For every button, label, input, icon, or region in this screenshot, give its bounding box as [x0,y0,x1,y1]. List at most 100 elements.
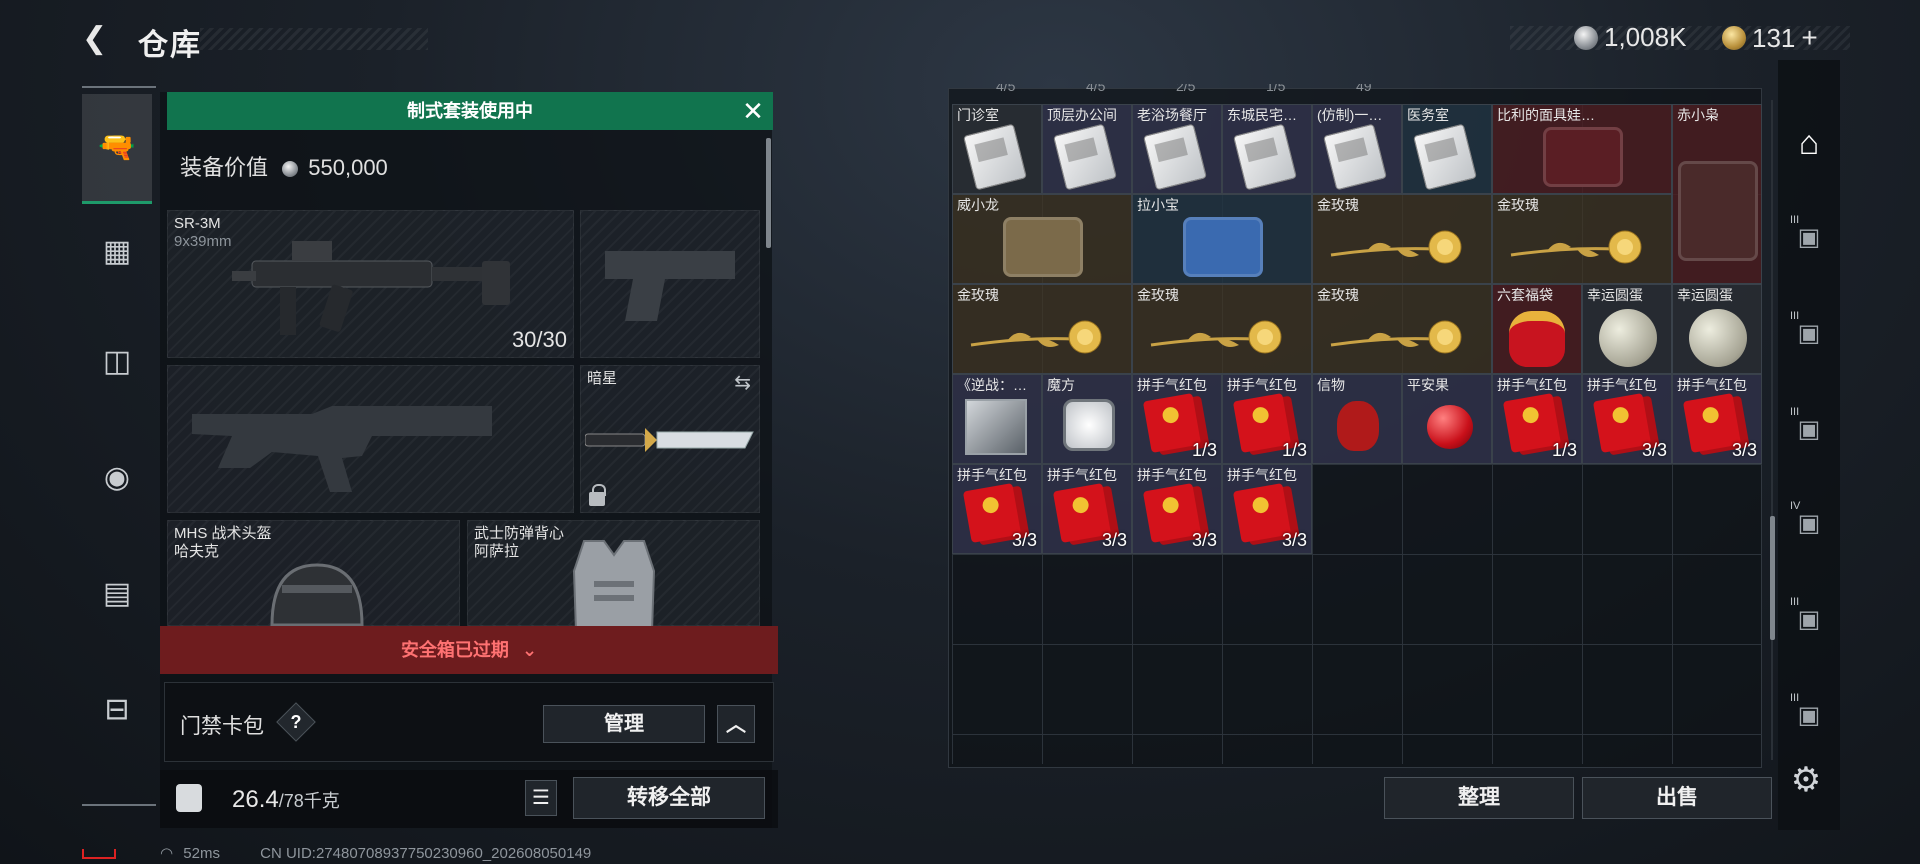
stash-item[interactable]: 拼手气红包 1/3 [1132,374,1222,464]
figurine-icon [1543,127,1623,187]
stash-item[interactable]: 金玫瑰 [1132,284,1312,374]
gold-rose-icon [1507,229,1647,264]
stash-item[interactable]: 威小龙 [952,194,1132,284]
vest-slot[interactable]: 武士防弹背心 阿萨拉 [467,520,760,631]
stash-item[interactable]: 门诊室 [952,104,1042,194]
nav-toolbox[interactable]: ⊟ [82,654,152,764]
stash-item-count: 1/3 [1191,440,1217,460]
nav-backpack[interactable]: ◫ [82,306,152,416]
tab-case-6[interactable]: III ▣ [1784,690,1834,740]
pistol-icon: 🔫 [98,131,136,164]
stash-item-name: 拼手气红包 [1677,377,1747,393]
helmet-slot[interactable]: MHS 战术头盔 哈夫克 [167,520,460,627]
collapse-button[interactable]: ︿ [717,705,755,743]
tab-stash[interactable]: ⌂ [1784,118,1834,168]
tab-case-1[interactable]: III ▣ [1784,212,1834,262]
stash-item[interactable]: 魔方 [1042,374,1132,464]
close-icon[interactable]: ✕ [736,94,770,128]
rifle-silhouette-icon [192,406,492,492]
stash-item[interactable]: 幸运圆蛋 [1582,284,1672,374]
stash-icon: ⌂ [1798,123,1820,162]
pistol-slot[interactable] [580,210,760,358]
gold-coin-icon [1722,26,1746,50]
stash-item[interactable]: 六套福袋 [1492,284,1582,374]
nav-armor[interactable]: ▦ [82,196,152,306]
vest-sub: 阿萨拉 [474,543,520,560]
stash-item[interactable]: 拼手气红包 3/3 [952,464,1042,554]
gear-icon[interactable]: ⚙ [1786,760,1826,800]
stash-item-count: 3/3 [1011,530,1037,550]
stash-item[interactable]: 拼手气红包 3/3 [1672,374,1762,464]
loadout-scrollbar[interactable] [766,138,771,248]
stash-item[interactable]: 金玫瑰 [1312,284,1492,374]
stash-item-count: 3/3 [1731,440,1757,460]
stash-item[interactable]: 比利的面具娃… [1492,104,1672,194]
stash-item[interactable]: 金玫瑰 [1312,194,1492,284]
helmet-name: MHS 战术头盔 [174,525,272,542]
stash-item-name: 拼手气红包 [1497,377,1567,393]
stash-peek-row: 4/5 4/5 2/5 1/5 49 [952,84,1762,102]
stash-item[interactable]: 东城民宅… [1222,104,1312,194]
stash-item-name: 拼手气红包 [957,467,1027,483]
stash-item[interactable]: 幸运圆蛋 [1672,284,1762,374]
rifle-icon [232,241,510,335]
storage-case-icon: ▣ [1797,415,1821,443]
silver-coin-icon [282,161,299,178]
gold-currency[interactable]: 131 + [1722,22,1818,54]
stash-item[interactable]: 医务室 [1402,104,1492,194]
stash-item[interactable]: 拼手气红包 3/3 [1042,464,1132,554]
card-pack-label: 门禁卡包 [180,715,264,738]
gold-rose-icon [1327,229,1467,264]
gold-currency-value: 131 [1752,22,1796,53]
safe-box-expired-bar[interactable]: 安全箱已过期 ⌄ [160,626,778,674]
peek-count: 4/5 [1086,84,1106,94]
list-button[interactable]: ☰ [525,780,557,816]
stash-item[interactable]: 顶层办公间 [1042,104,1132,194]
stash-item[interactable]: 《逆战：… [952,374,1042,464]
back-button[interactable]: ❮ [82,22,118,56]
stash-item[interactable]: 拼手气红包 1/3 [1492,374,1582,464]
stash-item[interactable]: 信物 [1312,374,1402,464]
tab-case-5[interactable]: III ▣ [1784,594,1834,644]
nav-helmet-bag[interactable]: ◉ [82,422,152,532]
nav-weapons[interactable]: 🔫 [82,94,152,204]
stash-item-name: 平安果 [1407,377,1449,393]
figurine-icon [1678,161,1758,261]
manage-button[interactable]: 管理 [543,705,705,743]
swap-icon[interactable]: ⇆ [734,370,751,395]
stash-item[interactable]: 赤小枭 [1672,104,1762,284]
stash-item[interactable]: 拼手气红包 3/3 [1582,374,1672,464]
storage-case-icon: ▣ [1797,509,1821,537]
transfer-all-button[interactable]: 转移全部 [573,777,765,819]
stash-item[interactable]: 老浴场餐厅 [1132,104,1222,194]
armor-vest-icon: ▦ [102,234,132,268]
stash-item[interactable]: 金玫瑰 [952,284,1132,374]
sell-button[interactable]: 出售 [1582,777,1772,819]
stash-item-name: 金玫瑰 [1137,287,1179,303]
stash-item[interactable]: 拼手气红包 3/3 [1132,464,1222,554]
tab-case-4[interactable]: IV ▣ [1784,498,1834,548]
stash-item-count: 1/3 [1281,440,1307,460]
add-currency-icon[interactable]: + [1801,22,1817,54]
stash-item-count: 3/3 [1641,440,1667,460]
stash-item-name: 幸运圆蛋 [1587,287,1643,303]
tab-case-3[interactable]: III ▣ [1784,404,1834,454]
melee-slot[interactable]: 暗星 ⇆ [580,365,760,513]
stash-scroll-track [1771,100,1773,760]
stash-item[interactable]: 平安果 [1402,374,1492,464]
nav-clipboard[interactable]: ▤ [82,538,152,648]
stash-item[interactable]: 拼手气红包 3/3 [1222,464,1312,554]
secondary-weapon-slot[interactable] [167,365,574,513]
organize-button[interactable]: 整理 [1384,777,1574,819]
stash-item[interactable]: 拼手气红包 1/3 [1222,374,1312,464]
help-icon[interactable]: ? [282,708,310,736]
wifi-icon: ◠ [160,845,174,862]
stash-scrollbar[interactable] [1770,516,1775,640]
stash-item[interactable]: 拉小宝 [1132,194,1312,284]
tab-case-2[interactable]: III ▣ [1784,308,1834,358]
stash-item-count: 3/3 [1101,530,1127,550]
primary-weapon-slot[interactable]: SR-3M 9x39mm 30/30 [167,210,574,358]
stash-item[interactable]: 金玫瑰 [1492,194,1672,284]
keycard-icon [1142,123,1208,191]
stash-item[interactable]: (仿制)一… [1312,104,1402,194]
